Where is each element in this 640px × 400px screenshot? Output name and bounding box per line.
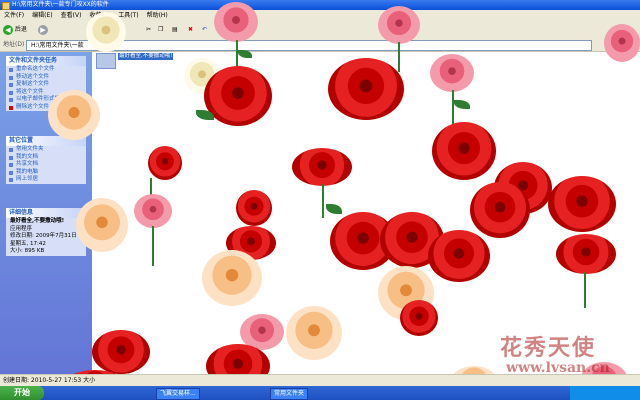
computer-icon — [9, 170, 13, 175]
back-arrow-icon: ◀ — [3, 24, 13, 35]
rose-decoration — [204, 66, 272, 126]
delete-file-icon — [9, 105, 13, 110]
rose-decoration — [86, 12, 126, 52]
rose-decoration — [428, 230, 490, 282]
other-places-panel: 其它位置 常用文件夹 我的文档 共享文档 我的电脑 网上邻居 — [6, 136, 86, 184]
shared-folder-icon — [9, 163, 13, 167]
menu-file[interactable]: 文件(F) — [0, 10, 28, 21]
paste-icon: ▤ — [172, 26, 178, 33]
start-button[interactable]: 开始 — [0, 386, 44, 400]
details-type: 应用程序 — [10, 225, 33, 232]
window-title-bar: H:\常用文件夹\一款专门攻XX的软件 — [0, 0, 640, 10]
rose-decoration — [432, 122, 496, 180]
rose-stem — [152, 226, 154, 266]
rose-decoration — [604, 24, 640, 62]
forward-button[interactable]: ▶ — [38, 24, 48, 36]
rose-decoration — [548, 176, 616, 232]
taskbar-item-folder[interactable]: 常用文件夹 — [270, 388, 309, 400]
rose-decoration — [48, 90, 100, 140]
cut-icon: ✂ — [146, 26, 152, 33]
forward-arrow-icon: ▶ — [38, 24, 48, 35]
details-name: 最好看全,不要撒动哦! — [10, 218, 65, 224]
documents-icon — [9, 155, 13, 160]
delete-icon: ✖ — [188, 26, 194, 33]
details-title[interactable]: 详细信息 — [6, 208, 86, 218]
system-tray — [570, 386, 640, 400]
selected-file[interactable]: 最好看全,不要撒动哦! — [96, 53, 174, 69]
taskbar: 开始 飞翼交易样... 常用文件夹 — [0, 386, 640, 400]
place-shared-documents[interactable]: 共享文档 — [6, 161, 86, 169]
rose-decoration — [236, 190, 272, 226]
move-file-link[interactable]: 移动这个文件 — [6, 74, 86, 82]
rose-decoration — [470, 182, 530, 238]
back-button[interactable]: ◀ 后退 — [3, 24, 27, 36]
rose-decoration — [400, 300, 438, 336]
rename-file-link[interactable]: 重命名这个文件 — [6, 66, 86, 74]
menu-view[interactable]: 查看(V) — [57, 10, 86, 21]
site-watermark: 花秀天使 — [500, 335, 597, 361]
start-label: 开始 — [14, 388, 30, 397]
place-my-computer[interactable]: 我的电脑 — [6, 169, 86, 177]
publish-icon — [9, 90, 13, 95]
rose-decoration — [286, 306, 342, 360]
rose-decoration — [430, 54, 474, 92]
rename-icon — [9, 68, 13, 72]
address-label: 地址(D) — [3, 41, 25, 48]
paste-button[interactable]: ▤ — [172, 24, 178, 36]
rose-decoration — [214, 2, 258, 42]
copy-file-icon — [9, 83, 13, 87]
rose-decoration — [292, 148, 352, 186]
details-size: 大小: 895 KB — [10, 248, 45, 254]
undo-icon: ↶ — [202, 26, 208, 33]
copy-icon: ❐ — [158, 26, 164, 33]
place-common-folder[interactable]: 常用文件夹 — [6, 146, 86, 154]
rose-decoration — [92, 330, 150, 374]
folder-icon — [2, 2, 10, 10]
rose-stem — [398, 42, 400, 72]
undo-button[interactable]: ↶ — [202, 24, 207, 36]
rose-decoration — [556, 234, 616, 274]
file-tasks-title[interactable]: 文件和文件夹任务 — [6, 56, 86, 66]
rose-decoration — [202, 250, 262, 306]
taskbar-item-app[interactable]: 飞翼交易样... — [156, 388, 200, 400]
cut-button[interactable]: ✂ — [146, 24, 151, 36]
file-name: 最好看全,不要撒动哦! — [118, 53, 174, 60]
rose-decoration — [76, 198, 128, 252]
rose-decoration — [148, 146, 182, 180]
rose-stem — [322, 184, 324, 218]
back-label: 后退 — [14, 26, 27, 33]
copy-button[interactable]: ❐ — [158, 24, 163, 36]
details-modified: 修改日期: 2009年7月31日 — [10, 233, 77, 239]
menu-help[interactable]: 帮助(H) — [143, 10, 172, 21]
place-network[interactable]: 网上邻居 — [6, 176, 86, 184]
copy-file-link[interactable]: 复制这个文件 — [6, 81, 86, 89]
rose-decoration — [378, 6, 420, 44]
place-my-documents[interactable]: 我的文档 — [6, 154, 86, 162]
rose-decoration — [134, 194, 172, 228]
details-panel: 详细信息 最好看全,不要撒动哦! 应用程序 修改日期: 2009年7月31日 星… — [6, 208, 86, 256]
rose-stem — [584, 272, 586, 308]
delete-button[interactable]: ✖ — [188, 24, 193, 36]
rose-decoration — [328, 58, 404, 120]
menu-edit[interactable]: 编辑(E) — [28, 10, 56, 21]
window-title: H:\常用文件夹\一款专门攻XX的软件 — [12, 1, 109, 8]
details-time: 星期五, 17:42 — [10, 240, 46, 247]
site-watermark-url: www.lvsan.cn — [506, 360, 610, 376]
move-icon — [9, 75, 13, 80]
folder-small-icon — [9, 148, 13, 152]
application-icon — [96, 53, 116, 69]
email-icon — [9, 98, 13, 102]
network-icon — [9, 178, 13, 182]
